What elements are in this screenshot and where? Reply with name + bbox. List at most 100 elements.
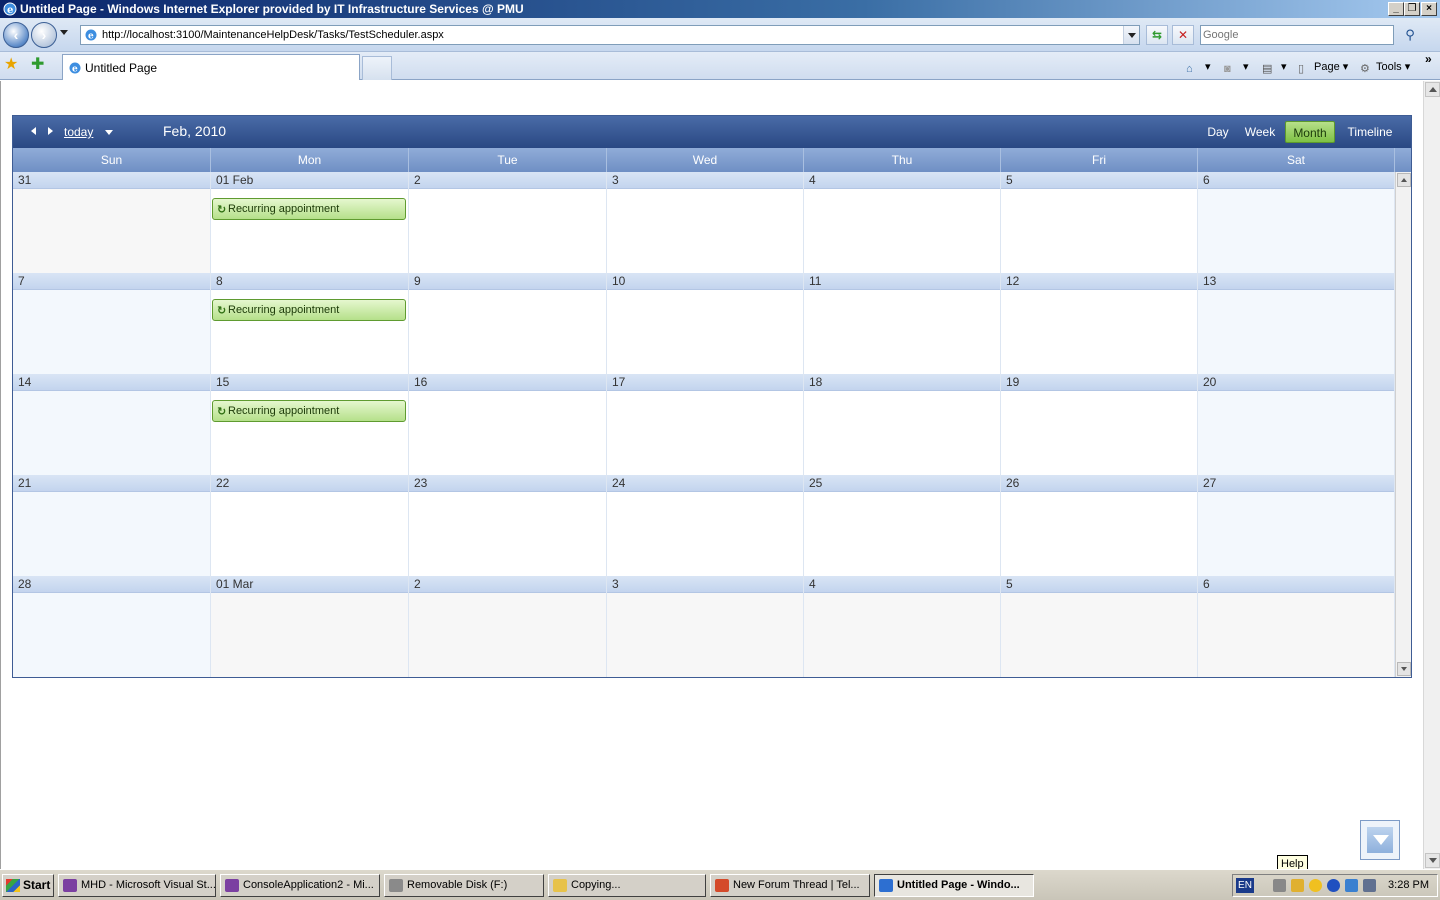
day-cell[interactable]: 8 ↻ Recurring appointment <box>211 273 409 374</box>
day-cell[interactable]: 11 <box>804 273 1001 374</box>
day-cell[interactable]: 18 <box>804 374 1001 475</box>
day-body[interactable] <box>13 593 210 677</box>
grid-vertical-scrollbar[interactable] <box>1395 172 1411 677</box>
power-icon[interactable] <box>1345 879 1358 892</box>
minimize-button[interactable]: _ <box>1388 2 1404 16</box>
day-cell[interactable]: 16 <box>409 374 607 475</box>
day-cell[interactable]: 20 <box>1198 374 1395 475</box>
day-number[interactable]: 15 <box>216 375 229 389</box>
day-body[interactable] <box>211 593 408 677</box>
day-number[interactable]: 5 <box>1006 173 1013 187</box>
day-cell[interactable]: 21 <box>13 475 211 576</box>
day-cell[interactable]: 6 <box>1198 172 1395 273</box>
day-cell[interactable]: 17 <box>607 374 804 475</box>
grid-scroll-up-icon[interactable] <box>1397 173 1411 187</box>
day-number[interactable]: 21 <box>18 476 31 490</box>
day-cell[interactable]: 27 <box>1198 475 1395 576</box>
day-number[interactable]: 25 <box>809 476 822 490</box>
page-menu[interactable]: ▯ Page ▾ <box>1298 58 1348 76</box>
feeds-button[interactable]: ◙ ▾ <box>1224 58 1249 76</box>
day-cell[interactable]: 7 <box>13 273 211 374</box>
address-dropdown-button[interactable] <box>1123 26 1139 44</box>
close-window-button[interactable]: × <box>1421 2 1437 16</box>
day-cell[interactable]: 3 <box>607 172 804 273</box>
page-vertical-scrollbar[interactable] <box>1423 81 1440 869</box>
tray-expand-icon[interactable] <box>1273 879 1286 892</box>
view-tab-week[interactable]: Week <box>1241 121 1279 143</box>
day-number[interactable]: 3 <box>612 173 619 187</box>
day-body[interactable] <box>409 290 606 374</box>
day-body[interactable] <box>607 593 803 677</box>
day-number[interactable]: 8 <box>216 274 223 288</box>
day-number[interactable]: 01 Feb <box>216 173 253 187</box>
taskbar-button[interactable]: Copying... <box>548 874 706 897</box>
day-body[interactable] <box>1001 492 1197 576</box>
restore-button[interactable]: ❐ <box>1404 2 1420 16</box>
search-box[interactable] <box>1200 25 1394 45</box>
day-number[interactable]: 6 <box>1203 173 1210 187</box>
forward-button[interactable]: › <box>31 22 57 48</box>
day-cell[interactable]: 13 <box>1198 273 1395 374</box>
day-body[interactable] <box>409 391 606 475</box>
day-number[interactable]: 24 <box>612 476 625 490</box>
day-cell[interactable]: 23 <box>409 475 607 576</box>
day-body[interactable] <box>13 492 210 576</box>
day-cell[interactable]: 28 <box>13 576 211 677</box>
network-icon[interactable] <box>1327 879 1340 892</box>
day-body[interactable] <box>804 593 1000 677</box>
day-number[interactable]: 4 <box>809 173 816 187</box>
new-tab-button[interactable] <box>362 56 392 80</box>
history-dropdown-icon[interactable] <box>60 30 68 35</box>
day-number[interactable]: 3 <box>612 577 619 591</box>
day-cell[interactable]: 10 <box>607 273 804 374</box>
day-cell[interactable]: 2 <box>409 576 607 677</box>
day-cell[interactable]: 4 <box>804 576 1001 677</box>
day-number[interactable]: 5 <box>1006 577 1013 591</box>
day-number[interactable]: 27 <box>1203 476 1216 490</box>
day-cell[interactable]: 26 <box>1001 475 1198 576</box>
day-cell[interactable]: 6 <box>1198 576 1395 677</box>
scroll-up-icon[interactable] <box>1425 82 1440 97</box>
language-indicator[interactable]: EN <box>1236 878 1254 893</box>
day-number[interactable]: 17 <box>612 375 625 389</box>
day-cell[interactable]: 2 <box>409 172 607 273</box>
day-body[interactable] <box>607 492 803 576</box>
day-body[interactable] <box>409 189 606 273</box>
day-cell[interactable]: 12 <box>1001 273 1198 374</box>
day-number[interactable]: 28 <box>18 577 31 591</box>
day-number[interactable]: 13 <box>1203 274 1216 288</box>
day-cell[interactable]: 24 <box>607 475 804 576</box>
taskbar-button[interactable]: Removable Disk (F:) <box>384 874 544 897</box>
scroll-down-icon[interactable] <box>1425 853 1440 868</box>
display-icon[interactable] <box>1363 879 1376 892</box>
day-number[interactable]: 11 <box>809 274 821 288</box>
day-body[interactable] <box>1198 492 1394 576</box>
day-number[interactable]: 4 <box>809 577 816 591</box>
day-number[interactable]: 19 <box>1006 375 1019 389</box>
day-body[interactable] <box>607 189 803 273</box>
day-number[interactable]: 7 <box>18 274 25 288</box>
appointment[interactable]: ↻ Recurring appointment <box>212 299 406 321</box>
chevron-more-icon[interactable]: » <box>1425 52 1432 66</box>
day-number[interactable]: 6 <box>1203 577 1210 591</box>
day-body[interactable] <box>1198 290 1394 374</box>
day-cell[interactable]: 15 ↻ Recurring appointment <box>211 374 409 475</box>
window-title-bar[interactable]: e Untitled Page - Windows Internet Explo… <box>0 0 1440 18</box>
day-cell[interactable]: 25 <box>804 475 1001 576</box>
day-body[interactable] <box>13 189 210 273</box>
appointment[interactable]: ↻ Recurring appointment <box>212 400 406 422</box>
day-body[interactable] <box>1001 189 1197 273</box>
day-number[interactable]: 2 <box>414 173 421 187</box>
browser-tab[interactable]: e Untitled Page <box>62 54 360 80</box>
day-number[interactable]: 14 <box>18 375 31 389</box>
next-period-icon[interactable] <box>45 126 55 138</box>
day-cell[interactable]: 01 Mar <box>211 576 409 677</box>
search-input[interactable] <box>1201 26 1391 44</box>
day-body[interactable] <box>211 492 408 576</box>
day-number[interactable]: 20 <box>1203 375 1216 389</box>
start-button[interactable]: Start <box>2 874 54 897</box>
tools-menu[interactable]: ⚙ Tools ▾ <box>1360 58 1410 76</box>
refresh-button[interactable]: ⇆ <box>1146 25 1168 45</box>
day-body[interactable] <box>13 391 210 475</box>
view-tab-day[interactable]: Day <box>1201 121 1235 143</box>
